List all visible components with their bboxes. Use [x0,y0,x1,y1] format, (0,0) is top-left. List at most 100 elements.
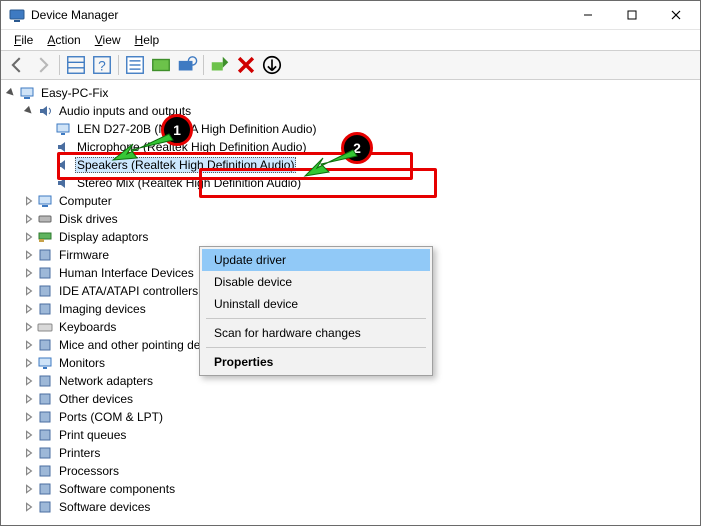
expand-icon[interactable] [23,411,35,423]
expand-icon[interactable] [23,501,35,513]
enable-device-button[interactable] [208,53,232,77]
tree-root[interactable]: Easy-PC-Fix [5,84,700,102]
device-label: LEN D27-20B (NVIDIA High Definition Audi… [75,122,318,136]
app-icon [9,7,25,23]
audio-device-item[interactable]: Microphone (Realtek High Definition Audi… [41,138,700,156]
category-icon [37,373,53,389]
category-label: Monitors [57,356,107,370]
expand-icon[interactable] [23,249,35,261]
device-tree[interactable]: Easy-PC-Fix Audio inputs and outputs LEN… [1,80,700,526]
category-label: Other devices [57,392,135,406]
device-category[interactable]: Other devices [23,390,700,408]
minimize-button[interactable] [566,1,610,29]
expand-icon[interactable] [23,231,35,243]
menu-view[interactable]: View [88,32,128,48]
device-category[interactable]: Software devices [23,498,700,516]
expand-icon[interactable] [23,393,35,405]
category-label: Keyboards [57,320,118,334]
category-icon [37,499,53,515]
expand-icon[interactable] [23,285,35,297]
cm-properties[interactable]: Properties [202,351,430,373]
category-label: Audio inputs and outputs [57,104,193,118]
menu-help[interactable]: Help [128,32,167,48]
category-label: Processors [57,464,121,478]
expand-icon[interactable] [23,195,35,207]
svg-text:?: ? [98,59,106,74]
device-category[interactable]: Print queues [23,426,700,444]
expand-icon[interactable] [23,357,35,369]
speaker-icon [55,139,71,155]
device-category[interactable]: Disk drives [23,210,700,228]
maximize-button[interactable] [610,1,654,29]
category-icon [37,337,53,353]
help-button[interactable]: ? [90,53,114,77]
device-label: Microphone (Realtek High Definition Audi… [75,140,308,154]
category-icon [37,481,53,497]
device-category[interactable]: Software components [23,480,700,498]
computer-icon [19,85,35,101]
device-category[interactable]: Ports (COM & LPT) [23,408,700,426]
audio-icon [37,103,53,119]
menu-bar: File Action View Help [1,30,700,50]
category-label: Display adaptors [57,230,150,244]
close-button[interactable] [654,1,698,29]
menu-file[interactable]: File [7,32,40,48]
cm-update-driver[interactable]: Update driver [202,249,430,271]
expand-icon[interactable] [23,321,35,333]
menu-action[interactable]: Action [40,32,87,48]
category-label: Ports (COM & LPT) [57,410,165,424]
expand-icon[interactable] [23,465,35,477]
expand-icon[interactable] [23,483,35,495]
collapse-icon[interactable] [23,105,35,117]
expand-icon[interactable] [23,213,35,225]
category-label: Computer [57,194,114,208]
audio-device-item[interactable]: LEN D27-20B (NVIDIA High Definition Audi… [41,120,700,138]
window-controls [566,1,698,29]
device-category[interactable]: Computer [23,192,700,210]
cm-separator [206,318,426,319]
category-icon [37,265,53,281]
category-label: IDE ATA/ATAPI controllers [57,284,200,298]
expand-icon[interactable] [23,267,35,279]
cm-separator [206,347,426,348]
cm-scan-hardware[interactable]: Scan for hardware changes [202,322,430,344]
expand-icon[interactable] [23,303,35,315]
toolbar: ? [1,50,700,80]
category-label: Software components [57,482,177,496]
category-label: Disk drives [57,212,120,226]
category-icon [37,301,53,317]
category-label: Network adapters [57,374,155,388]
show-hide-console-tree-button[interactable] [64,53,88,77]
device-manager-window: Device Manager File Action View Help ? [0,0,701,526]
audio-device-item[interactable]: Speakers (Realtek High Definition Audio) [41,156,700,174]
update-driver-button[interactable] [260,53,284,77]
expand-icon[interactable] [23,447,35,459]
titlebar: Device Manager [1,1,700,30]
expand-icon[interactable] [23,339,35,351]
category-icon [37,427,53,443]
category-label: Print queues [57,428,128,442]
category-icon [37,409,53,425]
category-icon [37,463,53,479]
device-category[interactable]: Printers [23,444,700,462]
tree-root-label: Easy-PC-Fix [39,86,110,100]
category-label: Printers [57,446,102,460]
uninstall-device-button[interactable] [234,53,258,77]
collapse-icon[interactable] [5,87,17,99]
device-category[interactable]: Display adaptors [23,228,700,246]
audio-device-item[interactable]: Stereo Mix (Realtek High Definition Audi… [41,174,700,192]
properties-button[interactable] [123,53,147,77]
device-label: Stereo Mix (Realtek High Definition Audi… [75,176,303,190]
expand-icon[interactable] [23,375,35,387]
cm-uninstall-device[interactable]: Uninstall device [202,293,430,315]
device-category[interactable]: Processors [23,462,700,480]
refresh-button[interactable] [149,53,173,77]
forward-button[interactable] [31,53,55,77]
monitor-icon [55,121,71,137]
expand-icon[interactable] [23,429,35,441]
category-icon [37,211,53,227]
scan-hardware-button[interactable] [175,53,199,77]
back-button[interactable] [5,53,29,77]
category-audio[interactable]: Audio inputs and outputs [23,102,700,120]
cm-disable-device[interactable]: Disable device [202,271,430,293]
